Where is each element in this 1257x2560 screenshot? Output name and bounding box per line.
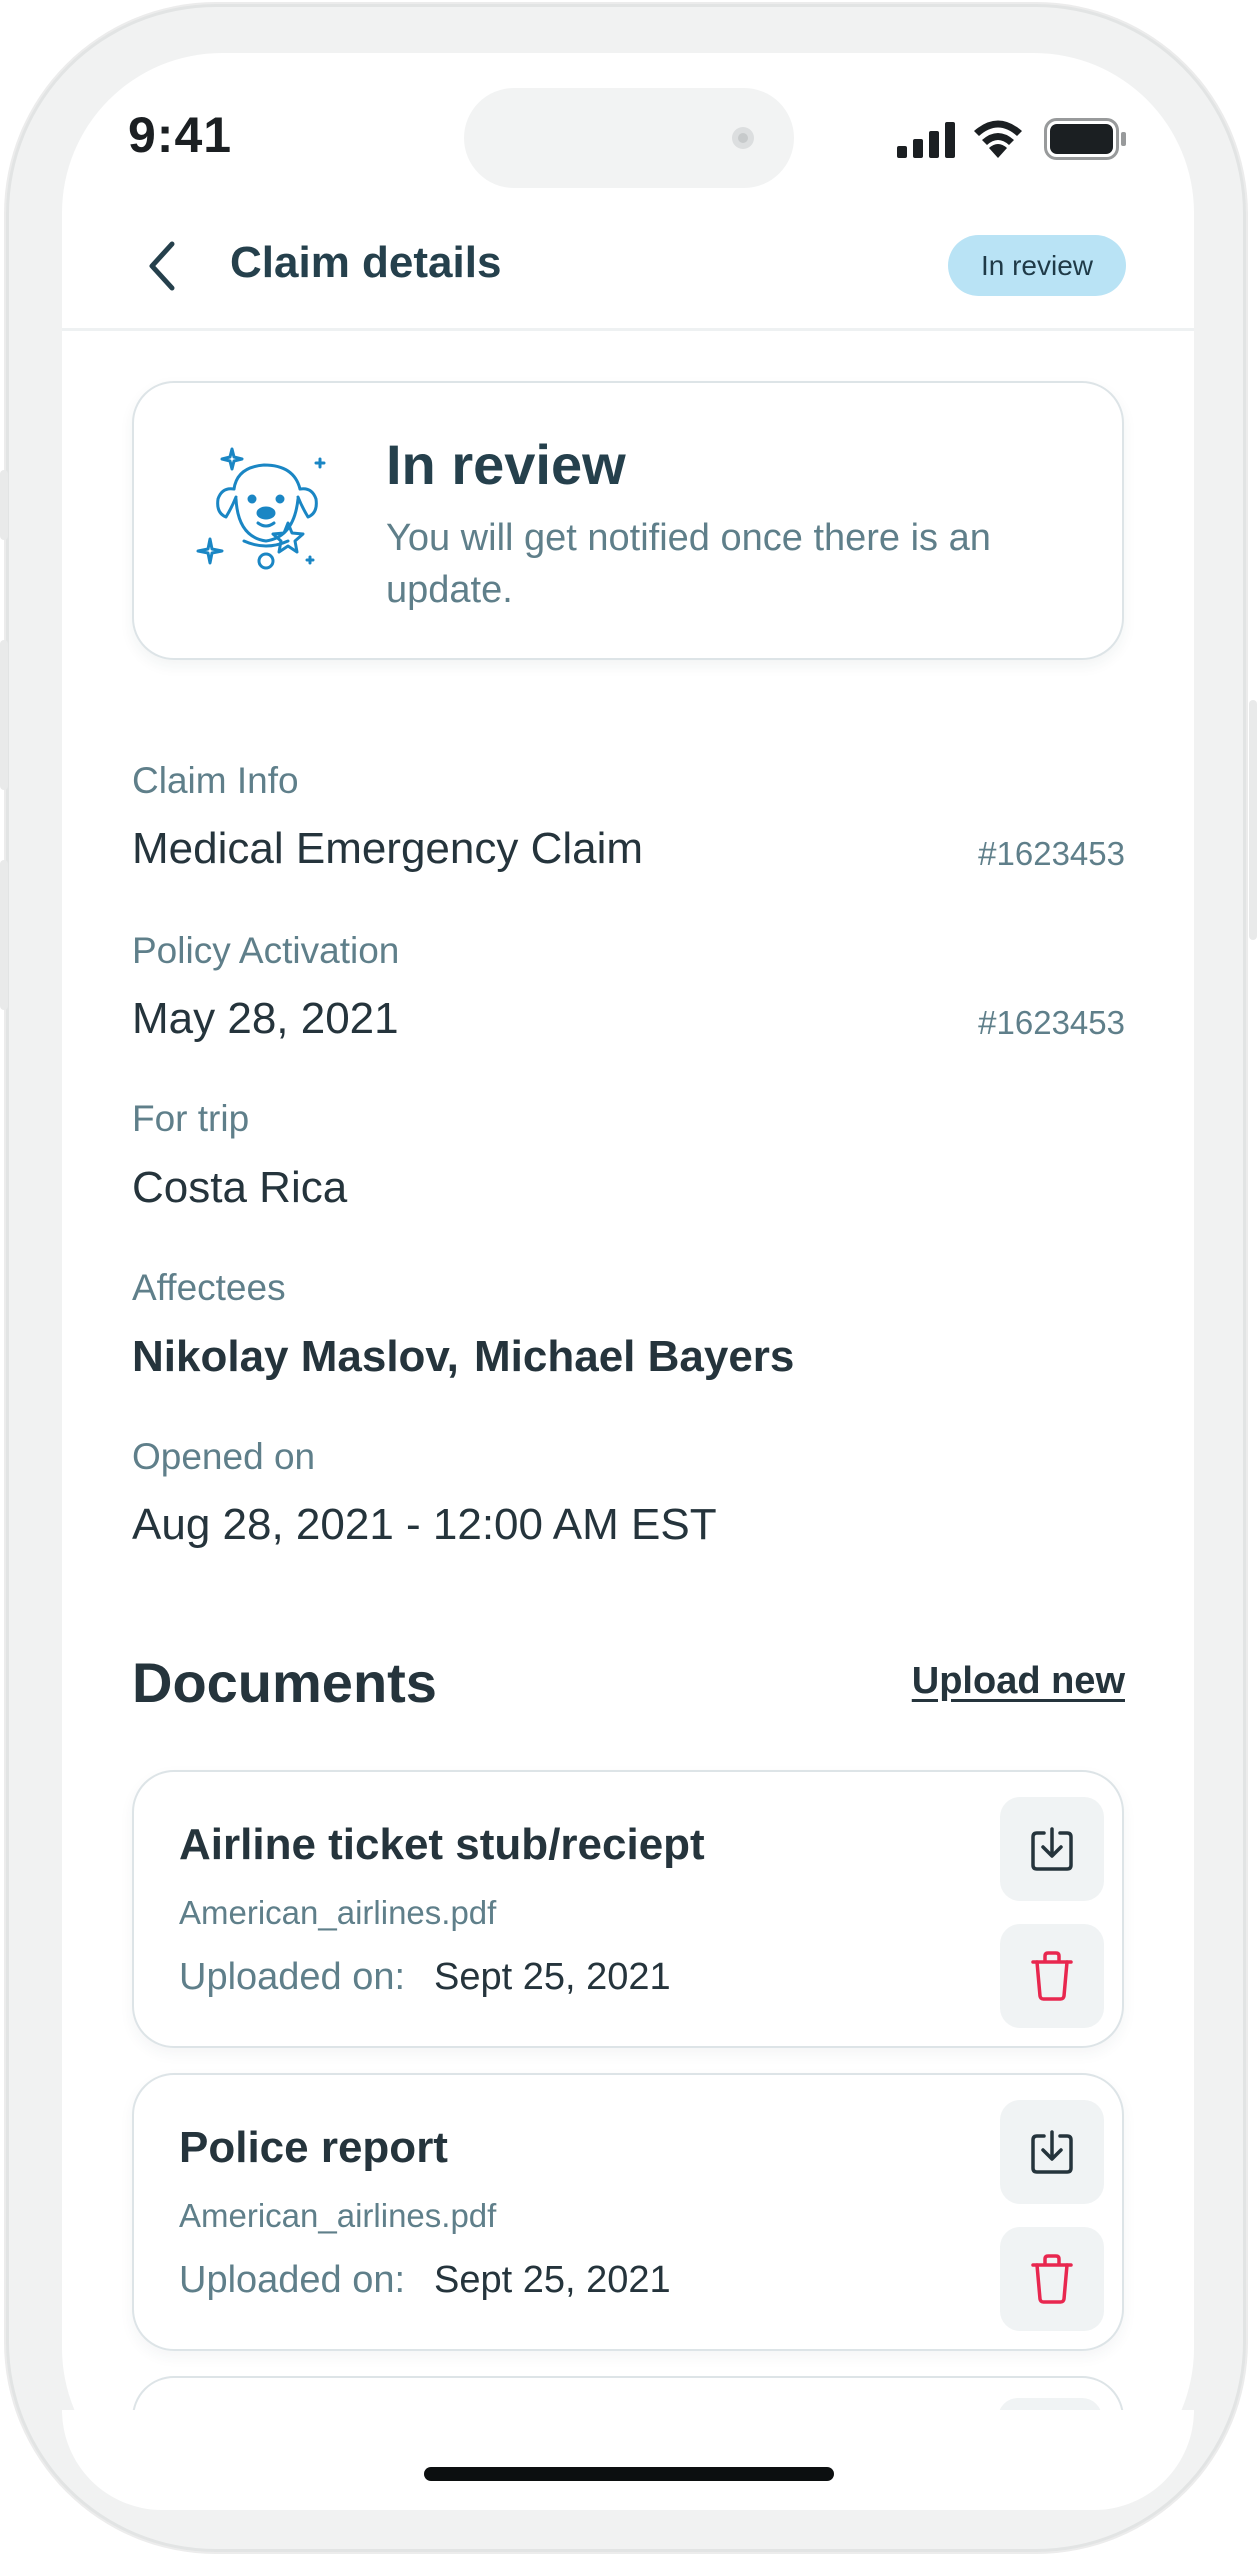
uploaded-on-label: Uploaded on: <box>179 1956 406 1998</box>
delete-button[interactable] <box>1000 2227 1104 2331</box>
opened-on-value: Aug 28, 2021 - 12:00 AM EST <box>132 1500 717 1549</box>
trip-value: Costa Rica <box>132 1163 348 1212</box>
document-filename[interactable]: American_airlines.pdf <box>179 2197 496 2235</box>
front-camera-icon <box>732 127 754 149</box>
document-card: Police report American_airlines.pdf Uplo… <box>132 2073 1124 2351</box>
side-button-silent <box>0 470 8 540</box>
side-button-volume-down <box>0 860 8 1010</box>
document-title: Airline ticket stub/reciept <box>179 1820 705 1869</box>
affectees-label: Affectees <box>132 1267 286 1308</box>
policy-activation-value: May 28, 2021 <box>132 994 399 1043</box>
claim-ref-number: #1623453 <box>978 835 1125 872</box>
trip-label: For trip <box>132 1098 250 1139</box>
document-title: Police report <box>179 2123 448 2172</box>
document-card-partial <box>132 2376 1124 2410</box>
download-icon <box>1031 1827 1073 1871</box>
delete-button[interactable] <box>1000 1924 1104 2028</box>
page-title: Claim details <box>230 238 502 287</box>
review-title: In review <box>386 433 626 496</box>
side-button-volume-up <box>0 640 8 790</box>
documents-heading: Documents <box>132 1651 437 1714</box>
review-subtitle: You will get notified once there is an u… <box>386 517 991 611</box>
back-chevron-icon[interactable] <box>140 238 184 294</box>
claim-info-value: Medical Emergency Claim <box>132 824 644 873</box>
affectee-name: Michael Bayers <box>474 1332 795 1381</box>
policy-activation-label: Policy Activation <box>132 930 400 971</box>
trash-icon <box>1031 2254 1073 2304</box>
download-button[interactable] <box>1000 2100 1104 2204</box>
download-button[interactable] <box>1000 1797 1104 1901</box>
upload-new-link[interactable]: Upload new <box>900 1660 1125 1703</box>
uploaded-on-date: Sept 25, 2021 <box>434 2259 671 2301</box>
home-indicator[interactable] <box>424 2467 834 2481</box>
status-time: 9:41 <box>128 107 233 163</box>
uploaded-on-label: Uploaded on: <box>179 2259 406 2301</box>
trash-icon <box>1031 1951 1073 2001</box>
download-icon <box>1031 2130 1073 2174</box>
dog-mascot-icon <box>196 447 326 570</box>
header-divider <box>62 328 1194 331</box>
opened-on-label: Opened on <box>132 1436 316 1477</box>
uploaded-on-date: Sept 25, 2021 <box>434 1956 671 1998</box>
claim-info-label: Claim Info <box>132 760 299 801</box>
policy-ref-number: #1623453 <box>978 1004 1125 1041</box>
document-card: Airline ticket stub/reciept American_air… <box>132 1770 1124 2048</box>
status-badge: In review <box>948 235 1126 296</box>
bottom-safe-area <box>62 2410 1194 2510</box>
wifi-icon <box>974 120 1022 158</box>
affectee-name: Nikolay Maslov, <box>132 1332 459 1381</box>
side-button-power <box>1249 700 1257 940</box>
battery-icon <box>1044 118 1126 160</box>
signal-icon <box>897 122 955 158</box>
document-filename[interactable]: American_airlines.pdf <box>179 1894 496 1932</box>
